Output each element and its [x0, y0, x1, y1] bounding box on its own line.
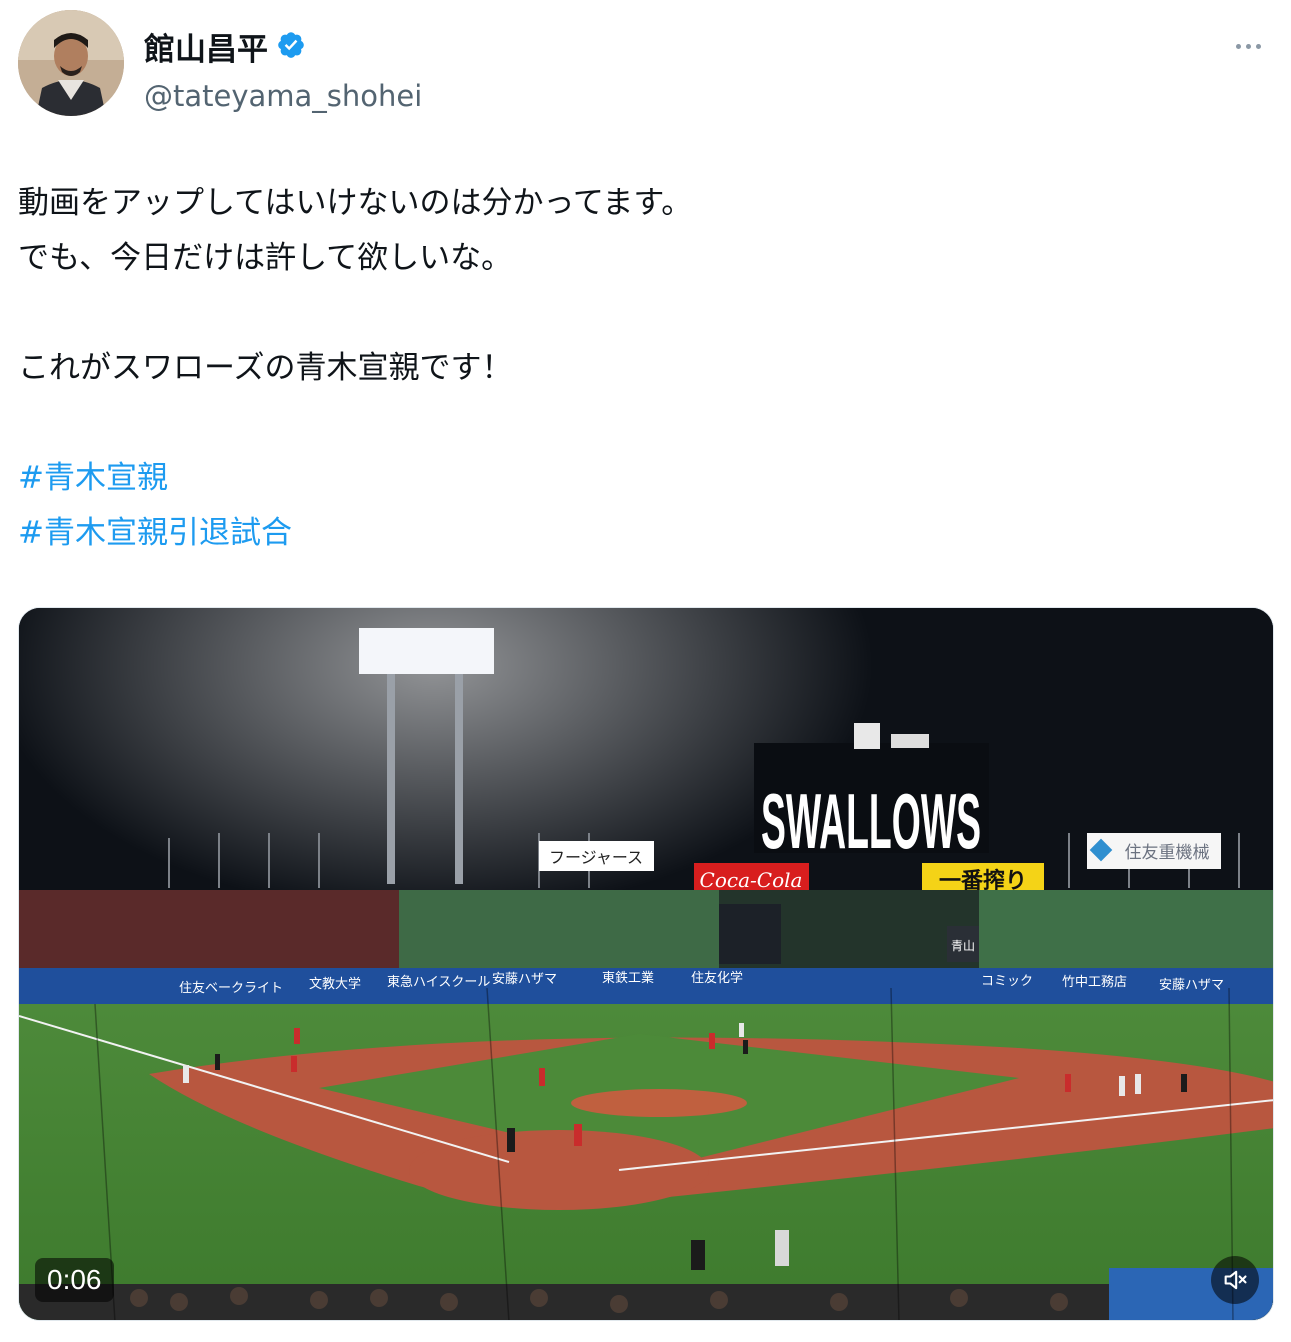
more-options-button[interactable] [1231, 36, 1265, 56]
scoreboard-sign: SWALLOWS [761, 777, 981, 865]
floodlight [359, 628, 494, 674]
hashtag-link[interactable]: #青木宣親引退試合 [18, 506, 1268, 561]
fence-ad: 住友ベークライト [179, 980, 283, 996]
tweet-line: これがスワローズの青木宣親です！ [18, 350, 513, 386]
sign-left-board: フージャース [549, 848, 643, 867]
author-info: 館山昌平 @tateyama_shohei [144, 24, 422, 113]
more-horizontal-icon [1235, 43, 1241, 49]
mute-button[interactable] [1211, 1256, 1259, 1304]
handle[interactable]: @tateyama_shohei [144, 79, 422, 113]
sign-coca-cola: Coca-Cola [700, 868, 803, 892]
fence-ad: 安藤ハザマ [1159, 978, 1224, 993]
video-player[interactable]: SWALLOWS フージャース Coca-Cola 一番搾り 住友重機械 青山 … [18, 607, 1274, 1321]
fence-ad: 竹中工務店 [1062, 975, 1127, 990]
video-timestamp: 0:06 [35, 1258, 114, 1302]
fence-ad: 文教大学 [309, 976, 361, 992]
sign-sumitomo: 住友重機械 [1125, 843, 1210, 863]
fence-ad: 東鉄工業 [602, 970, 654, 986]
fence-ad: コミック [981, 974, 1033, 989]
video-frame: SWALLOWS フージャース Coca-Cola 一番搾り 住友重機械 青山 … [19, 608, 1273, 1320]
verified-badge-icon [276, 30, 306, 64]
display-name[interactable]: 館山昌平 [144, 24, 268, 69]
fence-ad: 安藤ハザマ [492, 972, 557, 987]
tweet-text: 動画をアップしてはいけないのは分かってます。 でも、今日だけは許して欲しいな。 … [18, 176, 1268, 561]
sign-aoyama: 青山 [951, 939, 975, 953]
tweet-header: 館山昌平 @tateyama_shohei [18, 10, 1273, 120]
fence-ad: 東急ハイスクール [387, 974, 490, 990]
volume-muted-icon [1224, 1270, 1247, 1290]
tweet-line: でも、今日だけは許して欲しいな。 [18, 240, 513, 276]
hashtag-link[interactable]: #青木宣親 [18, 451, 1268, 506]
fence-ad: 住友化学 [691, 970, 743, 986]
tweet-line: 動画をアップしてはいけないのは分かってます。 [18, 185, 693, 221]
avatar[interactable] [18, 10, 124, 116]
